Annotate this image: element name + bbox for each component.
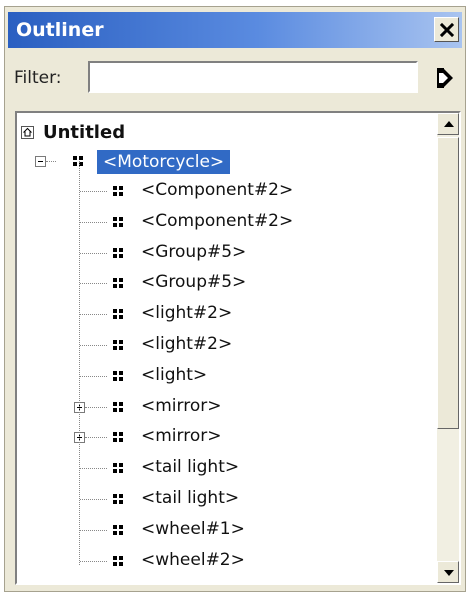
node-label: <wheel#1>	[141, 518, 245, 539]
scroll-down-button[interactable]	[437, 561, 459, 583]
title-bar[interactable]: Outliner	[8, 12, 462, 48]
tree-node-child[interactable]: <tail light>	[17, 454, 437, 482]
panel-title: Outliner	[16, 19, 104, 41]
tree-connector	[80, 191, 107, 192]
tree-node-child[interactable]: <light>	[17, 362, 437, 390]
node-label: <tail light>	[141, 457, 240, 478]
tree-connector	[80, 529, 107, 531]
object-icon	[113, 432, 124, 443]
tree-node-child[interactable]: <light#2>	[17, 331, 437, 359]
node-label: <Component#2>	[141, 180, 294, 200]
tree-root[interactable]: Untitled	[17, 119, 437, 147]
object-icon	[113, 370, 124, 382]
tree-node-child[interactable]: <wheel#1>	[17, 516, 437, 544]
tree-node-child[interactable]: <tail light>	[17, 485, 437, 513]
apply-filter-button[interactable]	[430, 65, 456, 91]
outliner-panel: Outliner Filter: Untitled <Motorcycle> <…	[4, 6, 466, 592]
tree-connector	[80, 499, 107, 500]
selected-node-label: <Motorcycle>	[97, 150, 231, 174]
node-label: <light#2>	[141, 303, 233, 324]
object-icon	[113, 309, 124, 320]
node-label: <light#2>	[141, 334, 233, 354]
vertical-scrollbar[interactable]	[437, 113, 459, 583]
object-icon	[113, 524, 124, 536]
object-icon	[113, 494, 124, 505]
scroll-thumb[interactable]	[437, 137, 459, 429]
object-icon	[113, 555, 124, 567]
root-label: Untitled	[43, 122, 126, 143]
node-label: <Group#5>	[141, 272, 247, 293]
tree-node-child[interactable]: <Component#2>	[17, 177, 437, 205]
node-label: <mirror>	[141, 395, 222, 416]
tree-connector	[80, 221, 107, 223]
tree-connector	[85, 437, 107, 439]
tree-connector	[85, 406, 107, 408]
filter-label: Filter:	[14, 68, 62, 88]
filter-row: Filter:	[8, 59, 462, 99]
object-icon	[113, 278, 124, 289]
scroll-up-button[interactable]	[437, 113, 459, 135]
object-icon	[113, 401, 124, 413]
object-icon	[113, 463, 124, 474]
object-icon	[113, 247, 124, 259]
filter-input[interactable]	[88, 61, 418, 93]
tree-node-child[interactable]: <mirror>	[17, 423, 437, 451]
tree-connector	[80, 468, 107, 470]
scene-icon	[21, 126, 34, 139]
tree-node-selected[interactable]: <Motorcycle>	[17, 147, 437, 175]
outline-tree[interactable]: Untitled <Motorcycle> <Component#2> <Comp…	[15, 111, 461, 585]
tree-content: Untitled <Motorcycle> <Component#2> <Comp…	[17, 113, 437, 583]
close-icon	[439, 22, 454, 37]
arrow-right-icon	[437, 68, 453, 88]
tree-node-child[interactable]: <Component#2>	[17, 208, 437, 236]
tree-connector	[80, 560, 107, 562]
node-label: <light>	[141, 364, 208, 385]
tree-connector	[80, 345, 107, 346]
tree-node-child[interactable]: <mirror>	[17, 393, 437, 421]
tree-connector	[80, 283, 107, 285]
object-icon	[113, 340, 124, 351]
tree-connector	[80, 314, 107, 316]
tree-guide-line	[79, 161, 80, 565]
arrow-up-icon	[444, 121, 454, 127]
close-button[interactable]	[434, 17, 459, 42]
collapse-icon[interactable]	[35, 156, 46, 167]
node-label: <Component#2>	[141, 210, 294, 231]
tree-node-child[interactable]: <Group#5>	[17, 269, 437, 297]
object-icon	[113, 186, 124, 197]
tree-connector	[80, 252, 107, 254]
tree-node-child[interactable]: <Group#5>	[17, 239, 437, 267]
node-label: <tail light>	[141, 488, 240, 508]
node-label: <mirror>	[141, 426, 222, 447]
object-icon	[113, 216, 124, 228]
tree-node-child[interactable]: <light#2>	[17, 300, 437, 328]
node-label: <Group#5>	[141, 241, 247, 262]
arrow-down-icon	[444, 570, 454, 576]
tree-node-child[interactable]: <wheel#2>	[17, 547, 437, 575]
node-label: <wheel#2>	[141, 549, 245, 570]
tree-connector	[80, 375, 107, 377]
